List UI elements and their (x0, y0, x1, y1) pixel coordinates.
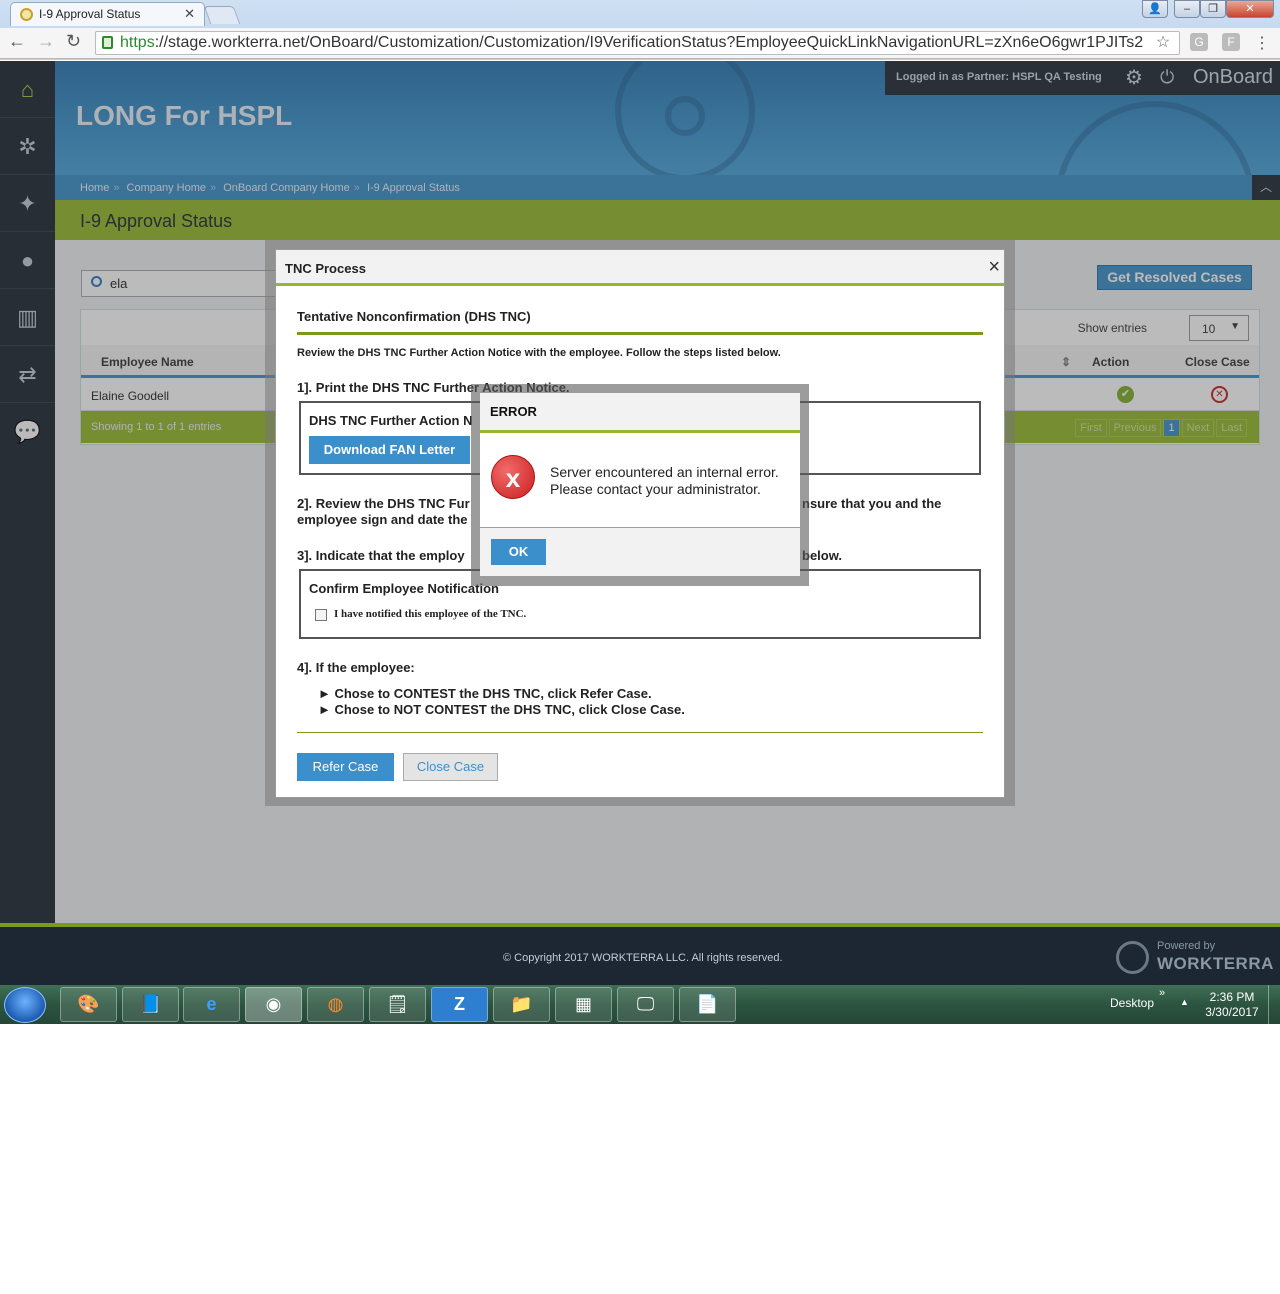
tnc-intro: Review the DHS TNC Further Action Notice… (297, 347, 781, 359)
error-message-line2: Please contact your administrator. (550, 481, 761, 497)
tnc-section-title: Tentative Nonconfirmation (DHS TNC) (297, 309, 531, 324)
user-icon[interactable]: 👤 (1142, 0, 1168, 18)
star-icon[interactable]: ☆ (1147, 32, 1179, 54)
refer-case-button[interactable]: Refer Case (297, 753, 394, 781)
back-arrow-icon[interactable]: ← (8, 31, 26, 52)
error-dialog-header: ERROR (480, 393, 800, 433)
close-case-button[interactable]: Close Case (403, 753, 498, 781)
page-footer: © Copyright 2017 WORKTERRA LLC. All righ… (0, 927, 1280, 985)
download-fan-letter-button[interactable]: Download FAN Letter (309, 436, 470, 464)
error-dialog: ERROR x Server encountered an internal e… (480, 393, 800, 576)
notification-arrow-icon[interactable]: ▲ (1180, 997, 1189, 1007)
step-2-line2: employee sign and date the (297, 512, 468, 527)
show-desktop-button[interactable] (1268, 985, 1280, 1024)
minimize-button[interactable]: – (1174, 0, 1200, 18)
extension-f-icon[interactable]: F (1222, 33, 1240, 51)
close-icon[interactable]: × (988, 256, 1000, 279)
fan-box-title: DHS TNC Further Action N (309, 413, 473, 428)
clock-date: 3/30/2017 (1205, 1005, 1259, 1019)
tnc-dialog-header: TNC Process (276, 250, 1004, 286)
chevron-right-icon[interactable]: » (1159, 987, 1165, 999)
sticky-notes-icon[interactable]: 🗒 (369, 987, 426, 1022)
zoom-z-icon[interactable]: Z (431, 987, 488, 1022)
address-bar-row: ← → ↻ https://stage.workterra.net/OnBoar… (0, 28, 1280, 59)
step-4-bullet-1: ► Chose to CONTEST the DHS TNC, click Re… (318, 686, 652, 701)
windows-taskbar: 🎨 📘 e ◉ ◍ 🗒 Z 📁 ▦ 🖵 📄 Desktop » ▲ 2:36 P… (0, 985, 1280, 1024)
lock-icon (102, 36, 113, 49)
tab-close-icon[interactable]: ✕ (184, 6, 195, 22)
error-dialog-title: ERROR (490, 404, 537, 419)
menu-icon[interactable]: ⋮ (1254, 33, 1270, 53)
browser-chrome: I-9 Approval Status ✕ 👤 – ❐ ✕ ← → ↻ http… (0, 0, 1280, 60)
tab-title: I-9 Approval Status (39, 7, 141, 21)
forward-arrow-icon[interactable]: → (37, 31, 55, 52)
notified-checkbox-label: I have notified this employee of the TNC… (334, 608, 527, 620)
window-controls: 👤 – ❐ ✕ (1142, 0, 1276, 18)
powered-by-label: Powered by (1157, 940, 1216, 952)
extension-g-icon[interactable]: G (1190, 33, 1208, 51)
desktop-toolbar-label[interactable]: Desktop (1110, 996, 1154, 1010)
new-tab-button[interactable] (203, 6, 241, 24)
reload-icon[interactable]: ↻ (66, 31, 81, 52)
start-button[interactable] (4, 987, 46, 1023)
brand-name: WORKTERRA (1157, 954, 1274, 973)
section-divider (297, 332, 983, 335)
notified-checkbox[interactable] (315, 609, 327, 621)
browser-tab[interactable]: I-9 Approval Status ✕ (10, 2, 205, 26)
error-message: Server encountered an internal error. Pl… (550, 464, 779, 498)
step-4: 4]. If the employee: (297, 660, 415, 675)
workterra-logo-icon (1116, 941, 1149, 974)
clock-time: 2:36 PM (1209, 990, 1255, 1004)
window-close-button[interactable]: ✕ (1226, 0, 1274, 18)
tnc-dialog-title: TNC Process (285, 261, 366, 276)
ok-button[interactable]: OK (491, 539, 546, 565)
url-text: ://stage.workterra.net/OnBoard/Customiza… (154, 34, 1144, 51)
step-4-bullet-2: ► Chose to NOT CONTEST the DHS TNC, clic… (318, 702, 685, 717)
firefox-icon[interactable]: ◍ (307, 987, 364, 1022)
system-clock[interactable]: 2:36 PM 3/30/2017 (1198, 990, 1266, 1020)
file-explorer-icon[interactable]: 📁 (493, 987, 550, 1022)
favicon-icon (20, 8, 33, 21)
step-2-line1: 2]. Review the DHS TNC Fur (297, 496, 470, 511)
notepad-icon[interactable]: 📘 (122, 987, 179, 1022)
remote-desktop-icon[interactable]: 🖵 (617, 987, 674, 1022)
step-2-line1-end: nsure that you and the (802, 496, 942, 511)
url-scheme: https (120, 34, 155, 51)
url-input[interactable]: https://stage.workterra.net/OnBoard/Cust… (95, 31, 1180, 55)
document-icon[interactable]: 📄 (679, 987, 736, 1022)
paint-icon[interactable]: 🎨 (60, 987, 117, 1022)
copyright-text: © Copyright 2017 WORKTERRA LLC. All righ… (503, 952, 783, 964)
internet-explorer-icon[interactable]: e (183, 987, 240, 1022)
maximize-button[interactable]: ❐ (1200, 0, 1226, 18)
powered-by-logo: Powered by WORKTERRA (1116, 937, 1274, 977)
step-3: 3]. Indicate that the employ (297, 548, 465, 563)
chrome-icon[interactable]: ◉ (245, 987, 302, 1022)
calculator-icon[interactable]: ▦ (555, 987, 612, 1022)
footer-divider (297, 732, 983, 733)
error-message-line1: Server encountered an internal error. (550, 464, 779, 480)
error-icon: x (491, 455, 535, 499)
error-dialog-footer: OK (480, 527, 800, 576)
